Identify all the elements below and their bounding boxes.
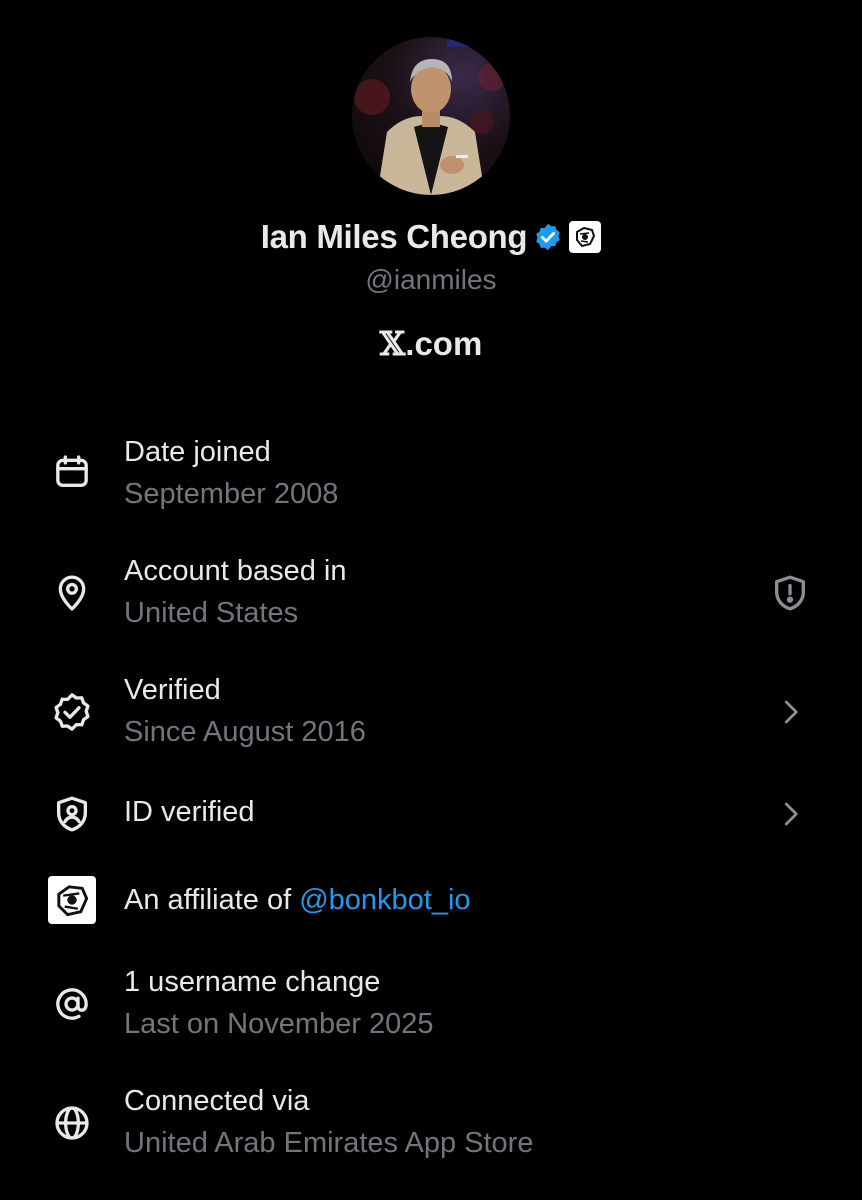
- site-domain: .com: [405, 325, 483, 362]
- name-row: Ian Miles Cheong: [0, 218, 862, 256]
- calendar-icon: [48, 448, 96, 496]
- globe-icon: [48, 1099, 96, 1147]
- row-title: Account based in: [124, 555, 347, 587]
- avatar[interactable]: [352, 37, 510, 195]
- id-shield-icon: [48, 790, 96, 838]
- site-label[interactable]: 𝕏.com: [0, 324, 862, 363]
- affiliate-logo-icon[interactable]: [48, 876, 96, 924]
- display-name: Ian Miles Cheong: [260, 218, 528, 255]
- shield-alert-icon[interactable]: [768, 571, 812, 615]
- row-date-joined: Date joined September 2008: [0, 432, 862, 532]
- affiliate-logo-tile: [48, 876, 96, 924]
- row-account-based-in: Account based in United States: [0, 551, 862, 651]
- row-title: Verified: [124, 674, 221, 706]
- verified-outline-icon: [48, 688, 96, 736]
- row-title: Date joined: [124, 436, 271, 468]
- row-title: ID verified: [124, 796, 255, 828]
- row-verified[interactable]: Verified Since August 2016: [0, 670, 862, 770]
- row-subtitle: United Arab Emirates App Store: [124, 1127, 534, 1159]
- row-subtitle: September 2008: [124, 478, 339, 510]
- row-affiliate: An affiliate of @bonkbot_io: [0, 876, 862, 976]
- at-sign-icon: [48, 980, 96, 1028]
- row-title: 1 username change: [124, 966, 381, 998]
- row-subtitle: Last on November 2025: [124, 1008, 434, 1040]
- chevron-right-icon[interactable]: [768, 792, 812, 836]
- row-connected-via: Connected via United Arab Emirates App S…: [0, 1081, 862, 1181]
- verified-badge-icon[interactable]: [533, 222, 563, 252]
- affiliate-badge-icon[interactable]: [569, 221, 602, 253]
- affiliate-prefix: An affiliate of: [124, 884, 300, 916]
- chevron-right-icon[interactable]: [768, 690, 812, 734]
- avatar-photo: [354, 37, 506, 195]
- row-username-change: 1 username change Last on November 2025: [0, 962, 862, 1062]
- row-title: An affiliate of @bonkbot_io: [124, 884, 471, 917]
- row-subtitle: United States: [124, 597, 299, 629]
- location-pin-icon: [48, 569, 96, 617]
- affiliate-link[interactable]: @bonkbot_io: [299, 884, 470, 916]
- x-logo-glyph: 𝕏: [379, 324, 406, 363]
- handle: @ianmiles: [365, 264, 497, 295]
- row-subtitle: Since August 2016: [124, 716, 366, 748]
- row-id-verified[interactable]: ID verified: [0, 790, 862, 890]
- row-title: Connected via: [124, 1085, 310, 1117]
